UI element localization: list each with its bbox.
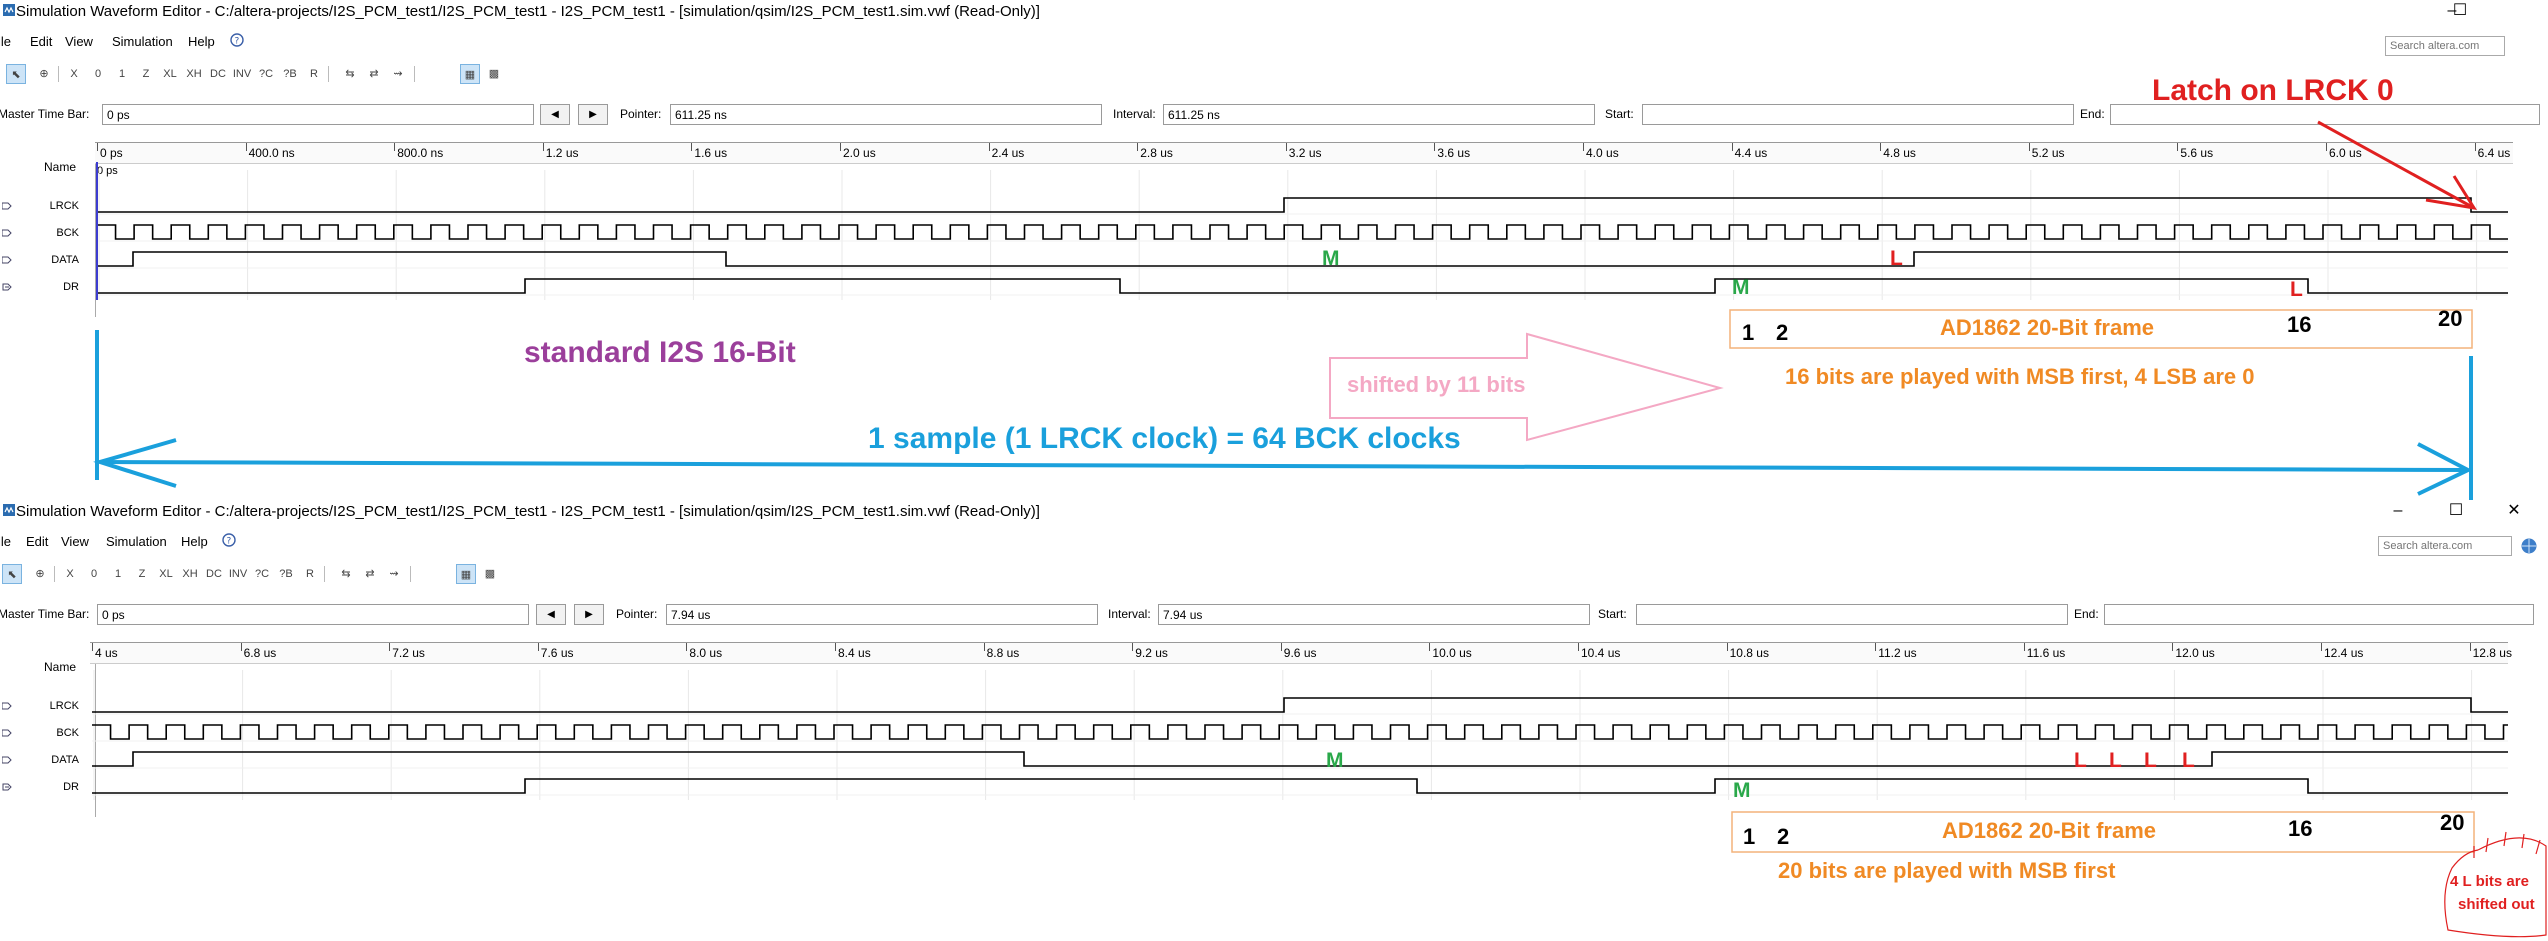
frame1-title: AD1862 20-Bit frame — [1940, 315, 2154, 340]
standard-i2s-annotation: standard I2S 16-Bit — [524, 336, 796, 369]
latch-annotation: Latch on LRCK 0 — [2152, 74, 2394, 107]
lsb-marker: L — [2290, 278, 2303, 301]
lsb-marker: L — [2074, 749, 2087, 772]
frame1-bit-1: 1 — [1742, 320, 1755, 345]
frame2-bit-16: 16 — [2288, 816, 2313, 841]
sample-span-arrow-line — [99, 460, 2469, 472]
sample-annotation: 1 sample (1 LRCK clock) = 64 BCK clocks — [868, 422, 1461, 455]
frame1-bit-2: 2 — [1776, 320, 1789, 345]
frame2-bit-1: 1 — [1743, 824, 1756, 849]
lsb-marker: L — [2182, 749, 2195, 772]
shifted-out-note-2: shifted out — [2458, 896, 2535, 913]
msb-marker: M — [1326, 749, 1344, 772]
frame1-bit-16: 16 — [2287, 312, 2312, 337]
frame2-bit-20: 20 — [2440, 810, 2465, 835]
msb-marker: M — [1322, 247, 1340, 270]
msb-marker: M — [1732, 276, 1750, 299]
lsb-marker: L — [2109, 749, 2122, 772]
msb-marker: M — [1733, 779, 1751, 802]
lsb-marker: L — [2144, 749, 2157, 772]
frame2-note: 20 bits are played with MSB first — [1778, 858, 2116, 883]
shifted-annotation: shifted by 11 bits — [1347, 372, 1526, 397]
shifted-out-note-1: 4 L bits are — [2450, 873, 2529, 890]
frame2-title: AD1862 20-Bit frame — [1942, 818, 2156, 843]
latch-arrow-line — [2317, 120, 2475, 210]
lsb-marker: L — [1890, 247, 1903, 270]
annotation-overlay — [93, 120, 2547, 938]
frame2-bit-2: 2 — [1777, 824, 1790, 849]
frame1-note: 16 bits are played with MSB first, 4 LSB… — [1785, 364, 2255, 389]
frame1-bit-20: 20 — [2438, 306, 2463, 331]
